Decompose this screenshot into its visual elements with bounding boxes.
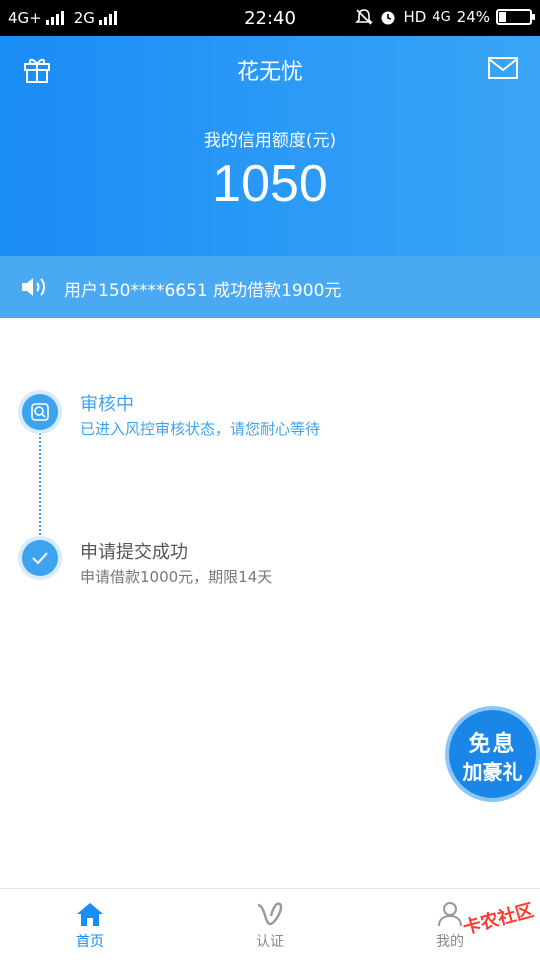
status-timeline: 审核中 已进入风控审核状态，请您耐心等待 申请提交成功 申请借款1000元，期限… <box>0 318 540 888</box>
verify-v-icon <box>257 902 283 926</box>
step-review-node <box>22 394 58 430</box>
net-type-label: 4G <box>432 9 451 25</box>
mute-bell-icon <box>355 9 374 25</box>
alarm-icon <box>381 11 395 25</box>
credit-amount: 1050 <box>212 155 328 213</box>
battery-percent: 24% <box>456 8 490 26</box>
step-submitted-node <box>22 540 58 576</box>
review-search-icon <box>31 403 49 421</box>
app-title: 花无忧 <box>236 60 303 85</box>
nav-verify-label: 认证 <box>256 934 284 950</box>
notice-text: 用户150****6651 成功借款1900元 <box>64 281 342 301</box>
speaker-icon <box>22 278 45 296</box>
notice-bar: 用户150****6651 成功借款1900元 <box>0 256 540 318</box>
bottom-nav: 首页 认证 我的 <box>0 888 540 960</box>
promo-badge[interactable]: 免息 加豪礼 <box>445 706 540 802</box>
mail-icon[interactable] <box>488 56 518 80</box>
step-review-desc: 已进入风控审核状态，请您耐心等待 <box>80 420 321 438</box>
credit-label: 我的信用额度(元) <box>203 131 337 151</box>
credit-header: 花无忧 我的信用额度(元) 1050 <box>0 36 540 256</box>
nav-home-label: 首页 <box>76 934 104 950</box>
battery-level <box>499 12 506 22</box>
check-icon <box>32 552 48 565</box>
step-review-title: 审核中 <box>80 394 134 415</box>
nav-verify[interactable]: 认证 <box>180 889 360 960</box>
step-submitted-desc: 申请借款1000元，期限14天 <box>80 568 273 586</box>
timeline-connector <box>39 430 41 550</box>
step-submitted-title: 申请提交成功 <box>80 542 188 563</box>
promo-line-2: 加豪礼 <box>462 760 523 784</box>
status-right: HD 4G 24% <box>355 8 535 26</box>
hd-label: HD <box>403 8 427 26</box>
home-icon <box>77 903 103 926</box>
status-bar: 4G+ 2G 22:40 HD 4G 24% <box>0 0 540 36</box>
nav-mine-label: 我的 <box>436 934 464 950</box>
nav-home[interactable]: 首页 <box>0 889 180 960</box>
promo-line-1: 免息 <box>468 732 517 757</box>
battery-icon <box>496 9 535 25</box>
